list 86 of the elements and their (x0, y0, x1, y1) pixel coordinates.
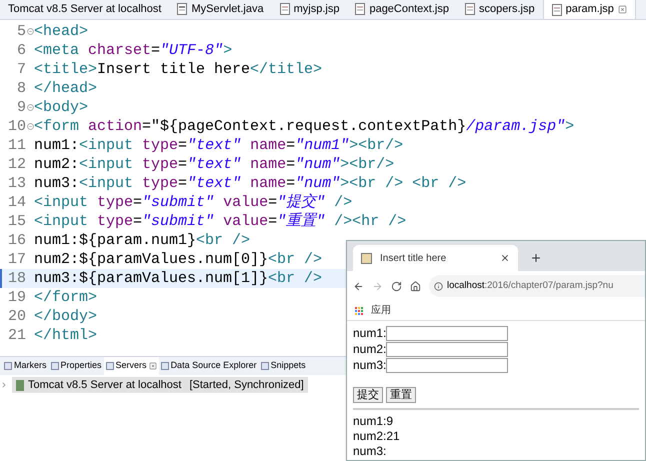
input-field[interactable] (386, 358, 508, 372)
result-text: num2:21 (353, 429, 401, 444)
bookmark-link[interactable]: 应用 (371, 303, 391, 318)
server-row[interactable]: Tomcat v8.5 Server at localhost [Started, Synchronized] (12, 376, 308, 394)
code-line: <input type="submit" value="重置" /><hr /> (34, 212, 406, 231)
form-button[interactable]: 提交 (353, 387, 383, 403)
panel-tab[interactable]: Properties (48, 357, 104, 375)
file-icon (355, 3, 366, 15)
line-number: 20 (8, 307, 26, 326)
line-number: 21 (8, 326, 26, 345)
file-icon (177, 3, 188, 15)
line-number: 12 (8, 155, 26, 174)
field-label: num3: (353, 357, 386, 374)
page-icon (361, 252, 372, 264)
line-number: 9 (16, 98, 26, 117)
tab-icon (160, 362, 169, 370)
code-line: num1:${param.num1}<br /> (34, 231, 250, 250)
code-line: num3:${paramValues.num[1]}<br /> (34, 269, 322, 288)
line-number: 18 (8, 269, 26, 288)
reload-icon[interactable] (391, 280, 402, 292)
line-number: 19 (8, 288, 26, 307)
line-number: 11 (8, 136, 26, 155)
panel-tab[interactable]: Snippets (258, 357, 308, 375)
editor-tab[interactable]: MyServlet.java (169, 0, 272, 19)
editor-tab[interactable]: myjsp.jsp (272, 0, 348, 19)
fold-icon[interactable] (26, 28, 34, 35)
server-icon (16, 380, 24, 390)
code-line: <input type="submit" value="提交" /> (34, 193, 352, 212)
input-field[interactable] (386, 326, 508, 340)
line-number: 17 (8, 250, 26, 269)
code-line: <title>Insert title here</title> (34, 60, 322, 79)
input-field[interactable] (386, 342, 508, 356)
code-line: </body> (34, 307, 98, 326)
line-number: 13 (8, 174, 26, 193)
code-line: num1:<input type="text" name="num1"><br/> (34, 136, 404, 155)
close-icon[interactable] (500, 253, 510, 263)
result-text: num1:9 (353, 414, 394, 429)
line-number: 8 (16, 79, 26, 98)
server-status: [Started, Synchronized] (189, 378, 304, 393)
home-icon[interactable] (410, 280, 421, 292)
field-label: num2: (353, 341, 386, 358)
code-line: <head> (34, 22, 88, 41)
code-line: <body> (34, 98, 88, 117)
code-line: </head> (34, 79, 98, 98)
code-line: num2:<input type="text" name="num"><br/> (34, 155, 394, 174)
code-line: num2:${paramValues.num[0]}<br /> (34, 250, 322, 269)
address-bar[interactable]: localhost:2016/chapter07/param.jsp?nu (429, 275, 645, 297)
code-line: <meta charset="UTF-8"> (34, 41, 232, 60)
back-icon[interactable] (353, 280, 364, 292)
panel-tab[interactable]: Markers (2, 357, 49, 375)
line-number: 6 (16, 41, 26, 60)
file-icon (552, 4, 562, 16)
panel-tab[interactable]: Data Source Explorer (158, 357, 259, 375)
fold-icon[interactable] (26, 104, 34, 111)
code-line: num3:<input type="text" name="num"><br /> <br /> (34, 174, 466, 193)
field-label: num1: (353, 325, 386, 342)
code-line: </html> (34, 326, 98, 345)
line-number: 15 (8, 212, 26, 231)
forward-icon[interactable] (372, 280, 383, 292)
editor-tab[interactable]: pageContext.jsp (347, 0, 457, 19)
server-name: Tomcat v8.5 Server at localhost (28, 378, 182, 393)
line-number: 7 (16, 60, 26, 79)
info-icon (434, 282, 443, 290)
code-line: <form action="${pageContext.request.contextPath}/param.jsp"> (34, 117, 574, 136)
browser-tab[interactable]: Insert title here (353, 245, 518, 271)
line-number: 10 (8, 117, 26, 136)
fold-icon[interactable] (26, 123, 34, 130)
file-icon (280, 3, 290, 15)
tab-icon (4, 362, 12, 370)
editor-tab[interactable]: Tomcat v8.5 Server at localhost (0, 0, 170, 19)
line-number: 16 (8, 231, 26, 250)
expand-icon[interactable] (0, 381, 8, 389)
apps-icon[interactable] (355, 306, 363, 314)
editor-tab[interactable]: scopers.jsp (456, 0, 543, 19)
editor-tab[interactable]: param.jsp (542, 0, 636, 19)
tab-icon (50, 362, 59, 370)
panel-tab[interactable]: Servers (104, 357, 159, 375)
result-text: num3: (353, 444, 388, 459)
line-number: 14 (8, 193, 26, 212)
line-number: 5 (16, 22, 26, 41)
file-icon (464, 3, 475, 15)
new-tab-icon[interactable] (530, 252, 542, 264)
tab-icon (106, 362, 114, 370)
code-line: </form> (34, 288, 98, 307)
form-button[interactable]: 重置 (386, 387, 416, 403)
tab-icon (260, 362, 269, 370)
